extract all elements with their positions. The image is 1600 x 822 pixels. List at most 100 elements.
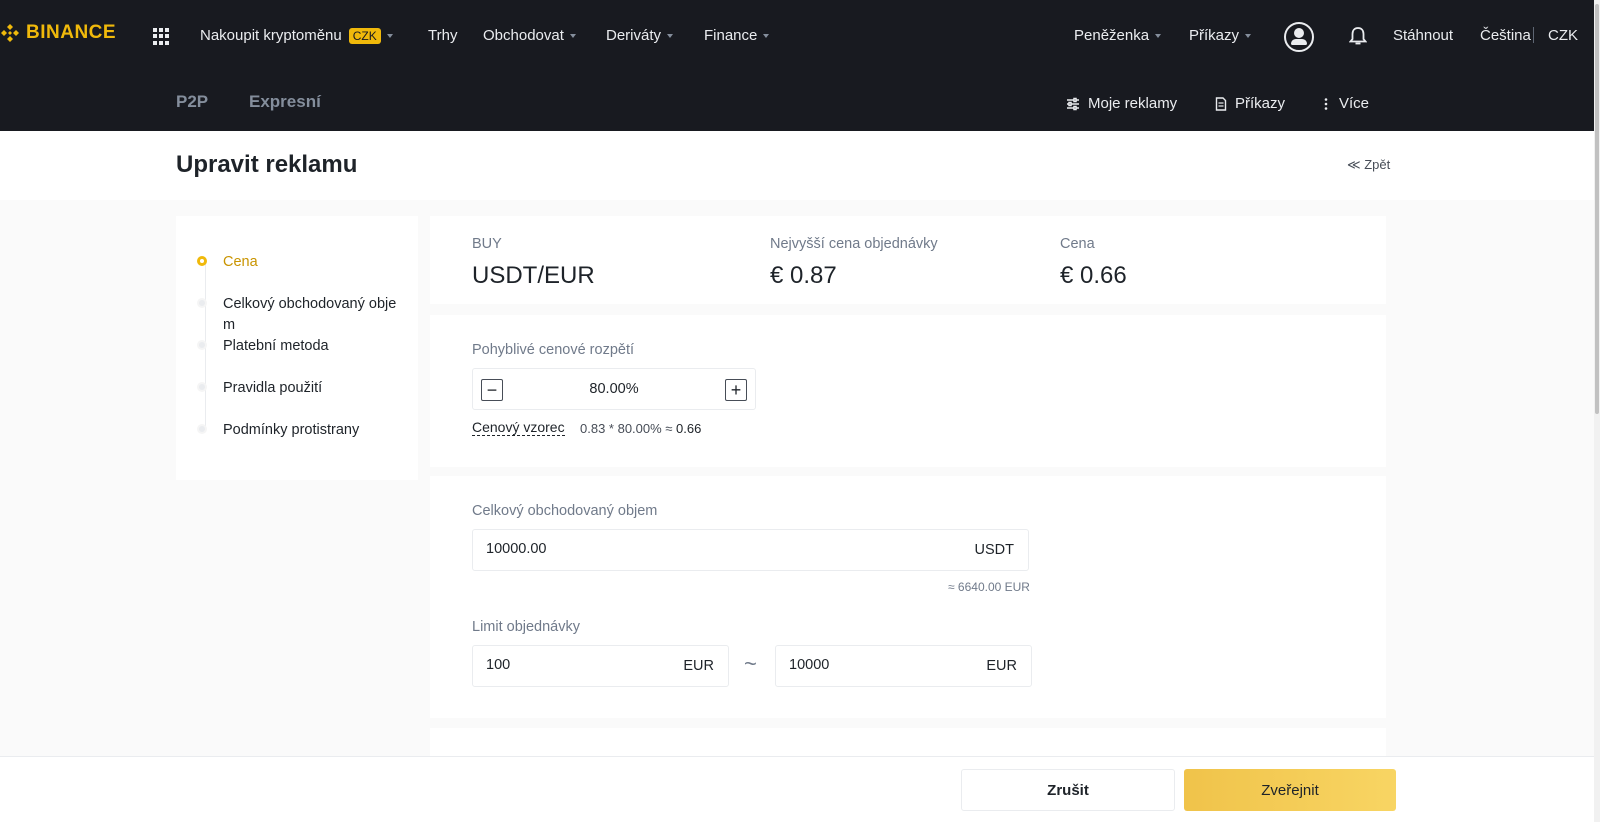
orders-label: Příkazy xyxy=(1235,95,1286,112)
page-scrollbar[interactable] xyxy=(1594,0,1600,822)
max-limit-input[interactable] xyxy=(789,657,942,673)
nav-download-label: Stáhnout xyxy=(1393,27,1454,44)
price-formula-link[interactable]: Cenový vzorec xyxy=(472,419,565,436)
total-amount-unit: USDT xyxy=(974,542,1014,558)
document-icon xyxy=(1215,96,1227,111)
price-value: € 0.66 xyxy=(1060,262,1127,289)
cancel-button[interactable]: Zrušit xyxy=(961,769,1175,811)
page-title: Upravit reklamu xyxy=(176,151,358,178)
chevron-down-icon xyxy=(763,33,770,38)
highest-price-label: Nejvyšší cena objednávky xyxy=(770,236,938,252)
p2p-subnavigation: P2P Expresní Moje reklamy Příkazy Více xyxy=(0,72,1594,131)
plus-button[interactable]: + xyxy=(725,379,747,401)
nav-language-label: Čeština xyxy=(1480,27,1531,44)
total-amount-field[interactable]: USDT xyxy=(472,529,1029,571)
more-vertical-icon xyxy=(1324,97,1328,110)
nav-wallet-label: Peněženka xyxy=(1074,27,1150,44)
step-label: Platební metoda xyxy=(223,338,329,354)
max-limit-unit: EUR xyxy=(986,658,1017,674)
currency-badge: CZK xyxy=(348,27,381,44)
nav-orders-label: Příkazy xyxy=(1189,27,1240,44)
price-label: Cena xyxy=(1060,236,1095,252)
more-label: Více xyxy=(1339,95,1370,112)
user-avatar-icon[interactable] xyxy=(1284,22,1314,52)
nav-buy-crypto[interactable]: Nakoupit kryptoměnu CZK xyxy=(200,27,393,44)
nav-markets-label: Trhy xyxy=(428,27,458,44)
bell-icon[interactable] xyxy=(1349,26,1367,46)
total-amount-label: Celkový obchodovaný objem xyxy=(472,503,658,519)
sliders-icon xyxy=(1067,97,1079,110)
nav-derivatives[interactable]: Deriváty xyxy=(606,27,674,44)
nav-trade[interactable]: Obchodovat xyxy=(483,27,576,44)
nav-orders[interactable]: Příkazy xyxy=(1189,27,1252,44)
nav-finance-label: Finance xyxy=(704,27,758,44)
action-footer: Zrušit Zveřejnit xyxy=(0,756,1594,822)
binance-logo-icon xyxy=(1,24,19,42)
step-label: Cena xyxy=(223,254,258,270)
back-link[interactable]: ≪ Zpět xyxy=(1347,157,1390,173)
min-limit-input[interactable] xyxy=(486,657,639,673)
nav-markets[interactable]: Trhy xyxy=(428,27,457,44)
binance-logo[interactable]: BINANCE xyxy=(0,22,116,44)
chevron-down-icon xyxy=(1245,33,1252,38)
min-limit-field[interactable]: EUR xyxy=(472,645,729,687)
side-label: BUY xyxy=(472,236,502,252)
nav-currency[interactable]: CZK xyxy=(1548,27,1578,44)
step-label: Podmínky protistrany xyxy=(223,422,360,438)
steps-sidebar: Cena Celkový obchodovaný obje m Platební… xyxy=(176,216,418,480)
step-dot-icon xyxy=(197,382,207,392)
floating-margin-label: Pohyblivé cenové rozpětí xyxy=(472,342,635,358)
step-counterparty-conditions[interactable]: Podmínky protistrany xyxy=(197,420,403,441)
chevron-down-icon xyxy=(569,33,576,38)
nav-language[interactable]: Čeština xyxy=(1480,27,1531,44)
range-separator: ~ xyxy=(744,651,757,676)
nav-buy-crypto-label: Nakoupit kryptoměnu xyxy=(200,27,342,44)
chevron-down-icon xyxy=(1155,33,1162,38)
nav-download[interactable]: Stáhnout xyxy=(1393,27,1453,44)
publish-button[interactable]: Zveřejnit xyxy=(1184,769,1396,811)
total-amount-input[interactable] xyxy=(486,541,819,557)
step-dot-icon xyxy=(197,340,207,350)
my-ads-link[interactable]: Moje reklamy xyxy=(1066,95,1177,112)
scrollbar-thumb[interactable] xyxy=(1595,4,1599,414)
total-amount-approx: ≈ 6640.00 EUR xyxy=(948,580,1030,594)
apps-grid-icon[interactable] xyxy=(153,28,170,45)
min-limit-unit: EUR xyxy=(683,658,714,674)
divider xyxy=(1533,27,1534,43)
step-dot-icon xyxy=(197,424,207,434)
step-payment-method[interactable]: Platební metoda xyxy=(197,336,403,357)
step-price[interactable]: Cena xyxy=(197,252,403,273)
step-active-dot-icon xyxy=(197,256,207,266)
step-label: Celkový obchodovaný obje m xyxy=(223,296,397,333)
step-total-amount[interactable]: Celkový obchodovaný obje m xyxy=(197,294,403,336)
chevron-down-icon xyxy=(667,33,674,38)
more-menu[interactable]: Více xyxy=(1321,95,1369,112)
step-usage-rules[interactable]: Pravidla použití xyxy=(197,378,403,399)
floating-margin-value[interactable]: 80.00% xyxy=(473,381,755,397)
nav-finance[interactable]: Finance xyxy=(704,27,770,44)
nav-trade-label: Obchodovat xyxy=(483,27,564,44)
chevron-down-icon xyxy=(386,33,393,38)
highest-price-value: € 0.87 xyxy=(770,262,837,289)
max-limit-field[interactable]: EUR xyxy=(775,645,1032,687)
my-ads-label: Moje reklamy xyxy=(1088,95,1178,112)
brand-name: BINANCE xyxy=(26,22,117,43)
order-limit-label: Limit objednávky xyxy=(472,619,580,635)
amount-card: Celkový obchodovaný objem USDT ≈ 6640.00… xyxy=(430,476,1386,718)
page-header: Upravit reklamu ≪ Zpět xyxy=(0,131,1594,200)
nav-wallet[interactable]: Peněženka xyxy=(1074,27,1162,44)
formula-expression: 0.83 * 80.00% ≈ xyxy=(580,421,673,436)
step-dot-icon xyxy=(197,298,207,308)
ad-summary-card: BUY USDT/EUR Nejvyšší cena objednávky € … xyxy=(430,216,1386,304)
floating-margin-stepper: − 80.00% + xyxy=(472,368,756,410)
formula-result: 0.66 xyxy=(676,421,702,436)
pair-value: USDT/EUR xyxy=(472,262,595,289)
step-label: Pravidla použití xyxy=(223,380,323,396)
tab-p2p[interactable]: P2P xyxy=(176,92,208,112)
nav-derivatives-label: Deriváty xyxy=(606,27,662,44)
tab-express[interactable]: Expresní xyxy=(249,92,321,112)
orders-link[interactable]: Příkazy xyxy=(1215,95,1285,112)
pricing-card: Pohyblivé cenové rozpětí − 80.00% + Ceno… xyxy=(430,315,1386,467)
top-navigation: BINANCE Nakoupit kryptoměnu CZK Trhy Obc… xyxy=(0,0,1594,72)
nav-currency-label: CZK xyxy=(1548,27,1578,44)
